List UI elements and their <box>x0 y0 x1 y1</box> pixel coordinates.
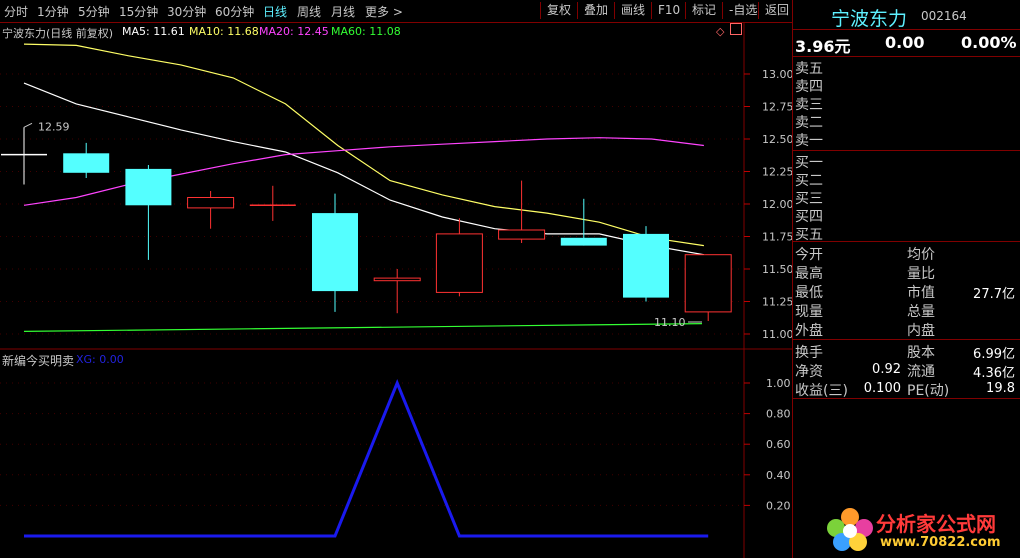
price-change-pct: 0.00% <box>961 33 1017 52</box>
stat-label: 内盘 <box>907 323 935 339</box>
mark-button[interactable]: 标记 <box>685 2 722 19</box>
high-price-label: 12.59 <box>38 120 70 133</box>
buy-level-label: 买一 <box>795 155 823 171</box>
price-tick-label: 11.50 <box>762 263 792 276</box>
candle-body <box>684 254 732 313</box>
buy-level-label: 买二 <box>795 173 823 189</box>
tab-monthly[interactable]: 月线 <box>331 3 355 20</box>
indicator-tick-label: 0.80 <box>766 408 791 421</box>
price-tick-label: 12.00 <box>762 198 792 211</box>
fund-value: 19.8 <box>986 381 1015 396</box>
sell-level-label: 卖五 <box>795 61 823 77</box>
stat-value: 27.7亿 <box>973 287 1015 302</box>
stat-label: 外盘 <box>795 323 823 339</box>
indicator-tick-label: 0.40 <box>766 469 791 482</box>
price-tick-label: 11.25 <box>762 296 792 309</box>
candle-body <box>498 229 546 240</box>
tab-5min[interactable]: 5分钟 <box>78 3 110 20</box>
tab-15min[interactable]: 15分钟 <box>119 3 158 20</box>
tab-weekly[interactable]: 周线 <box>297 3 321 20</box>
buy-level-label: 买三 <box>795 191 823 207</box>
price-tick-label: 11.00 <box>762 328 792 341</box>
draw-line-button[interactable]: 画线 <box>614 2 651 19</box>
stock-name: 宁波东力 <box>831 8 908 30</box>
stock-code: 002164 <box>921 9 967 23</box>
price-tick-label: 13.00 <box>762 68 792 81</box>
watermark-title: 分析家公式网 <box>876 512 996 536</box>
price-tick-label: 12.75 <box>762 101 792 114</box>
f10-button[interactable]: F10 <box>651 2 686 19</box>
ma5-legend: MA5: 11.61 <box>122 25 185 38</box>
watermark-logo: 分析家公式网 www.70822.com <box>820 500 1020 558</box>
flower-logo-icon <box>827 508 873 551</box>
overlay-button[interactable]: 叠加 <box>577 2 614 19</box>
ma60-line <box>23 323 703 332</box>
high-marker <box>23 122 33 128</box>
stat-label: 今开 <box>795 247 823 263</box>
candle-body <box>560 237 607 246</box>
sell-level-label: 卖二 <box>795 115 823 131</box>
indicator-tick-label: 1.00 <box>766 377 791 390</box>
diamond-icon[interactable]: ◇ <box>716 25 724 38</box>
sell-level-label: 卖三 <box>795 97 823 113</box>
ma60-legend: MA60: 11.08 <box>331 25 401 38</box>
indicator-tick-label: 0.20 <box>766 499 791 512</box>
price-tick-label: 12.50 <box>762 133 792 146</box>
ma20-legend: MA20: 12.45 <box>259 25 329 38</box>
price-tick-label: 12.25 <box>762 166 792 179</box>
indicator-title: 新编今买明卖 <box>2 354 75 368</box>
quote-panel: 宁波东力 002164 3.96元 0.00 0.00% 卖五 卖四 卖三 卖二 卖一 … <box>792 0 1020 558</box>
back-button[interactable]: 返回 <box>758 2 795 19</box>
sell-level-label: 卖一 <box>795 133 823 149</box>
low-price-label: 11.10 <box>654 316 686 329</box>
watermark-url: www.70822.com <box>880 535 1001 550</box>
candle-body <box>373 277 421 282</box>
fund-value: 6.99亿 <box>973 347 1015 362</box>
candle-body <box>312 213 358 292</box>
candle-body <box>125 168 172 206</box>
period-toolbar: 分时 1分钟 5分钟 15分钟 30分钟 60分钟 日线 周线 月线 更多 > … <box>0 0 792 23</box>
candle-body <box>623 233 669 298</box>
tab-30min[interactable]: 30分钟 <box>167 3 206 20</box>
stat-label: 量比 <box>907 266 935 282</box>
chart-title: 宁波东力(日线 前复权) <box>2 27 114 40</box>
tab-1min[interactable]: 1分钟 <box>37 3 69 20</box>
tab-intraday[interactable]: 分时 <box>4 3 28 20</box>
ma10-line <box>23 43 704 247</box>
indicator-value: XG: 0.00 <box>76 353 124 366</box>
indicator-line <box>24 379 709 538</box>
maximize-icon[interactable] <box>730 23 742 35</box>
candle-body <box>63 153 110 173</box>
stat-label: 均价 <box>907 247 935 263</box>
fund-value: 4.36亿 <box>973 366 1015 381</box>
stat-label: 现量 <box>795 304 823 320</box>
ma10-legend: MA10: 11.68 <box>189 25 259 38</box>
buy-level-label: 买四 <box>795 209 823 225</box>
sell-level-label: 卖四 <box>795 79 823 95</box>
candle-body <box>435 233 483 293</box>
indicator-tick-label: 0.60 <box>766 438 791 451</box>
price-tick-label: 11.75 <box>762 231 792 244</box>
stat-label: 最高 <box>795 266 823 282</box>
stat-label: 总量 <box>907 304 935 320</box>
tab-60min[interactable]: 60分钟 <box>215 3 254 20</box>
restore-rights-button[interactable]: 复权 <box>540 2 577 19</box>
price-change: 0.00 <box>885 33 925 52</box>
candle-body <box>187 197 235 209</box>
last-price: 3.96元 <box>795 37 851 56</box>
tab-more[interactable]: 更多 > <box>365 3 403 20</box>
tab-daily[interactable]: 日线 <box>263 3 287 20</box>
price-chart[interactable]: 13.00 12.75 12.50 12.25 12.00 11.75 11.50 11.25… <box>0 22 792 558</box>
